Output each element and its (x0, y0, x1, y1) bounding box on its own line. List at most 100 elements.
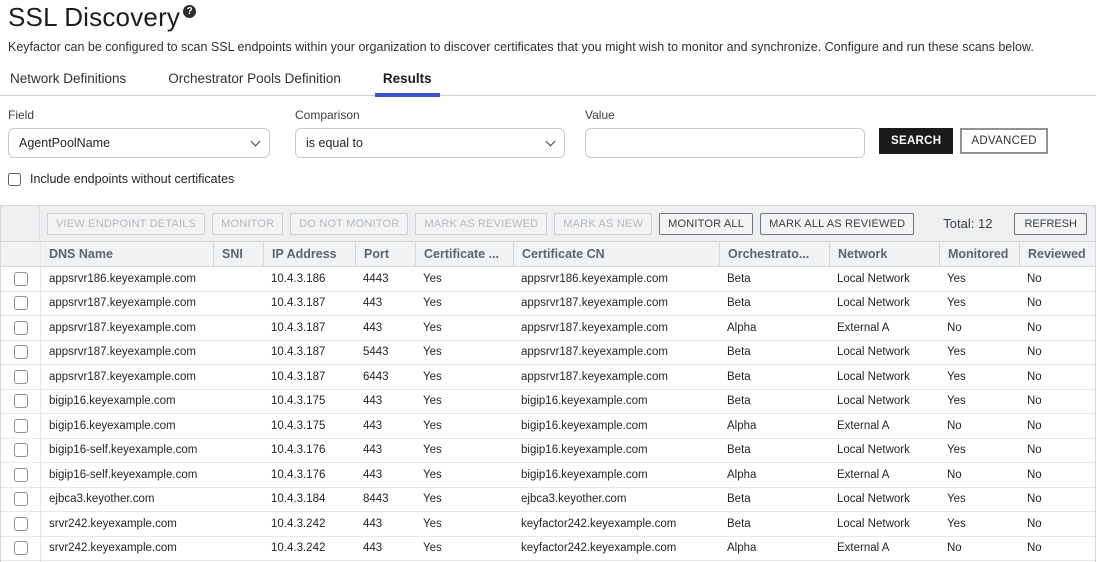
cell-dns-name: bigip16.keyexample.com (41, 420, 213, 432)
column-header-certificate-cn[interactable]: Certificate CN (513, 242, 719, 266)
row-checkbox[interactable] (14, 517, 28, 531)
column-header-monitored[interactable]: Monitored (939, 242, 1019, 266)
monitor-all-button[interactable]: MONITOR ALL (659, 213, 753, 235)
cell-monitored: No (939, 420, 1019, 432)
value-input[interactable] (585, 128, 865, 158)
view-endpoint-details-button: VIEW ENDPOINT DETAILS (47, 213, 205, 235)
refresh-button[interactable]: REFRESH (1014, 213, 1087, 235)
table-row[interactable]: appsrvr186.keyexample.com 10.4.3.186 444… (1, 267, 1095, 292)
table-row[interactable]: appsrvr187.keyexample.com 10.4.3.187 644… (1, 365, 1095, 390)
table-row[interactable]: bigip16.keyexample.com 10.4.3.175 443 Ye… (1, 390, 1095, 415)
cell-dns-name: bigip16-self.keyexample.com (41, 444, 213, 456)
row-checkbox[interactable] (14, 272, 28, 286)
cell-monitored: Yes (939, 444, 1019, 456)
row-checkbox[interactable] (14, 345, 28, 359)
cell-ip-address: 10.4.3.187 (263, 322, 355, 334)
mark-all-as-reviewed-button[interactable]: MARK ALL AS REVIEWED (760, 213, 914, 235)
field-select-value: AgentPoolName (19, 136, 110, 150)
do-not-monitor-button: DO NOT MONITOR (290, 213, 408, 235)
cell-monitored: No (939, 322, 1019, 334)
cell-dns-name: appsrvr187.keyexample.com (41, 297, 213, 309)
row-checkbox[interactable] (14, 443, 28, 457)
column-header-ip-address[interactable]: IP Address (263, 242, 355, 266)
cell-ip-address: 10.4.3.175 (263, 395, 355, 407)
cell-port: 443 (355, 542, 415, 554)
field-select[interactable]: AgentPoolName (8, 128, 270, 158)
cell-certificate-found: Yes (415, 346, 513, 358)
cell-network: Local Network (829, 395, 939, 407)
help-icon[interactable]: ? (183, 5, 196, 18)
table-row[interactable]: appsrvr187.keyexample.com 10.4.3.187 443… (1, 316, 1095, 341)
column-header-reviewed[interactable]: Reviewed (1019, 242, 1095, 266)
row-checkbox[interactable] (14, 394, 28, 408)
column-header-network[interactable]: Network (829, 242, 939, 266)
table-row[interactable]: srvr242.keyexample.com 10.4.3.242 443 Ye… (1, 537, 1095, 562)
cell-port: 443 (355, 469, 415, 481)
table-header-row: DNS NameSNIIP AddressPortCertificate ...… (1, 242, 1095, 267)
row-checkbox[interactable] (14, 321, 28, 335)
cell-monitored: No (939, 469, 1019, 481)
cell-port: 443 (355, 518, 415, 530)
cell-reviewed: No (1019, 371, 1095, 383)
cell-port: 4443 (355, 273, 415, 285)
row-checkbox[interactable] (14, 541, 28, 555)
cell-ip-address: 10.4.3.175 (263, 420, 355, 432)
column-header-orchestrato[interactable]: Orchestrato... (719, 242, 829, 266)
cell-reviewed: No (1019, 395, 1095, 407)
cell-certificate-found: Yes (415, 322, 513, 334)
comparison-label: Comparison (295, 108, 565, 122)
advanced-button[interactable]: ADVANCED (960, 128, 1047, 154)
cell-network: External A (829, 469, 939, 481)
tab-orchestrator-pools-definition[interactable]: Orchestrator Pools Definition (166, 71, 343, 95)
include-endpoints-checkbox[interactable] (8, 173, 21, 186)
column-header-port[interactable]: Port (355, 242, 415, 266)
include-endpoints-row: Include endpoints without certificates (0, 158, 1096, 186)
cell-certificate-found: Yes (415, 420, 513, 432)
cell-network: Local Network (829, 493, 939, 505)
tab-network-definitions[interactable]: Network Definitions (8, 71, 128, 95)
cell-network: Local Network (829, 297, 939, 309)
column-header-certificate[interactable]: Certificate ... (415, 242, 513, 266)
row-checkbox[interactable] (14, 296, 28, 310)
cell-ip-address: 10.4.3.176 (263, 444, 355, 456)
field-label: Field (8, 108, 270, 122)
cell-reviewed: No (1019, 346, 1095, 358)
search-button[interactable]: SEARCH (879, 128, 953, 154)
results-grid: VIEW ENDPOINT DETAILSMONITORDO NOT MONIT… (0, 205, 1096, 562)
cell-network: Local Network (829, 273, 939, 285)
cell-reviewed: No (1019, 322, 1095, 334)
comparison-select[interactable]: is equal to (295, 128, 565, 158)
cell-port: 443 (355, 322, 415, 334)
table-row[interactable]: srvr242.keyexample.com 10.4.3.242 443 Ye… (1, 512, 1095, 537)
row-checkbox[interactable] (14, 419, 28, 433)
cell-ip-address: 10.4.3.186 (263, 273, 355, 285)
mark-as-new-button: MARK AS NEW (554, 213, 652, 235)
table-row[interactable]: ejbca3.keyother.com 10.4.3.184 8443 Yes … (1, 488, 1095, 513)
cell-ip-address: 10.4.3.242 (263, 518, 355, 530)
page-description: Keyfactor can be configured to scan SSL … (8, 40, 1086, 54)
table-row[interactable]: bigip16.keyexample.com 10.4.3.175 443 Ye… (1, 414, 1095, 439)
cell-monitored: No (939, 542, 1019, 554)
cell-ip-address: 10.4.3.176 (263, 469, 355, 481)
row-checkbox[interactable] (14, 370, 28, 384)
cell-certificate-found: Yes (415, 371, 513, 383)
table-row[interactable]: appsrvr187.keyexample.com 10.4.3.187 544… (1, 341, 1095, 366)
cell-port: 443 (355, 444, 415, 456)
cell-network: External A (829, 322, 939, 334)
cell-port: 6443 (355, 371, 415, 383)
column-header-sni[interactable]: SNI (213, 242, 263, 266)
table-row[interactable]: appsrvr187.keyexample.com 10.4.3.187 443… (1, 292, 1095, 317)
cell-orchestrator-pool: Beta (719, 371, 829, 383)
cell-certificate-found: Yes (415, 542, 513, 554)
tab-results[interactable]: Results (381, 71, 434, 95)
row-checkbox[interactable] (14, 492, 28, 506)
row-checkbox[interactable] (14, 468, 28, 482)
cell-reviewed: No (1019, 469, 1095, 481)
cell-dns-name: bigip16-self.keyexample.com (41, 469, 213, 481)
cell-certificate-found: Yes (415, 444, 513, 456)
table-row[interactable]: bigip16-self.keyexample.com 10.4.3.176 4… (1, 463, 1095, 488)
column-header-dns-name[interactable]: DNS Name (41, 242, 213, 266)
table-row[interactable]: bigip16-self.keyexample.com 10.4.3.176 4… (1, 439, 1095, 464)
cell-orchestrator-pool: Beta (719, 395, 829, 407)
cell-reviewed: No (1019, 493, 1095, 505)
